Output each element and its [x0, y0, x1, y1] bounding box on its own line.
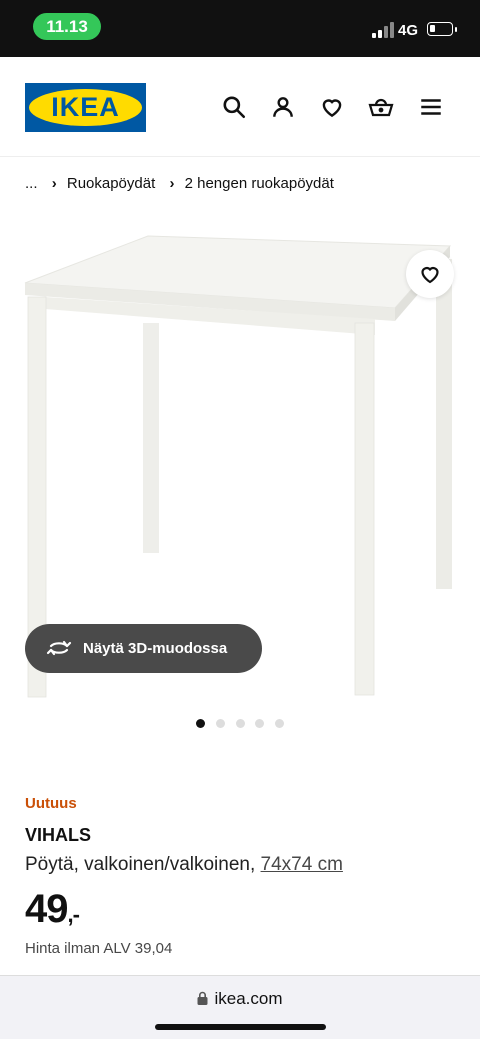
price-suffix: ,-	[67, 902, 80, 927]
view-in-3d-button[interactable]: Näytä 3D-muodossa	[25, 624, 262, 673]
carousel-dot[interactable]	[236, 719, 245, 728]
heart-icon	[421, 266, 439, 284]
network-type: 4G	[398, 22, 419, 39]
ikea-logo[interactable]: IKEA	[25, 83, 146, 132]
breadcrumb: ... › Ruokapöydät › 2 hengen ruokapöydät	[25, 175, 340, 192]
logo-text: IKEA	[51, 92, 120, 122]
menu-icon[interactable]	[418, 94, 444, 120]
breadcrumb-item-2-hengen[interactable]: 2 hengen ruokapöydät	[185, 175, 334, 192]
carousel-dot[interactable]	[216, 719, 225, 728]
home-indicator	[155, 1024, 326, 1030]
new-badge: Uutuus	[25, 795, 77, 812]
cellular-signal-icon	[372, 22, 394, 38]
carousel-dot[interactable]	[196, 719, 205, 728]
view-in-3d-label: Näytä 3D-muodossa	[83, 640, 228, 657]
url-display[interactable]: ikea.com	[0, 989, 480, 1009]
breadcrumb-item-ruokapoydat[interactable]: Ruokapöydät	[67, 175, 155, 192]
product-price: 49,-	[25, 887, 80, 932]
product-name: VIHALS	[25, 825, 92, 845]
product-size-link[interactable]: 74x74 cm	[261, 854, 343, 875]
basket-icon[interactable]	[368, 94, 394, 120]
product-description: Pöytä, valkoinen/valkoinen, 74x74 cm	[25, 854, 343, 876]
status-bar: 11.13 4G	[0, 0, 480, 57]
url-text: ikea.com	[214, 989, 283, 1008]
lock-icon	[197, 991, 208, 1005]
chevron-right-icon: ›	[51, 175, 57, 192]
add-to-favourites-button[interactable]	[406, 250, 454, 298]
price-value: 49	[25, 887, 68, 931]
status-time: 11.13	[33, 13, 101, 40]
site-header: IKEA	[0, 57, 480, 157]
browser-address-bar[interactable]: ikea.com	[0, 975, 480, 1039]
product-description-text: Pöytä, valkoinen/valkoinen,	[25, 854, 256, 875]
battery-tip	[455, 27, 457, 32]
breadcrumb-ellipsis[interactable]: ...	[25, 175, 38, 192]
heart-icon[interactable]	[319, 94, 345, 120]
search-icon[interactable]	[221, 94, 247, 120]
carousel-dot[interactable]	[255, 719, 264, 728]
carousel-dot[interactable]	[275, 719, 284, 728]
chevron-right-icon: ›	[169, 175, 175, 192]
price-without-vat: Hinta ilman ALV 39,04	[25, 940, 173, 957]
rotate-3d-icon	[46, 640, 72, 656]
user-icon[interactable]	[270, 94, 296, 120]
battery-icon	[427, 22, 453, 36]
